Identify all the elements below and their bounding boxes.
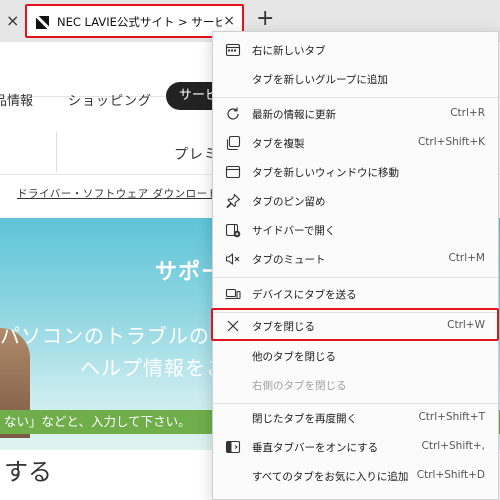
menu-item-add-all-to-favorites[interactable]: すべてのタブをお気に入りに追加 Ctrl+Shift+D: [213, 462, 498, 491]
menu-item-label: タブを新しいグループに追加: [252, 74, 388, 86]
menu-item-move-to-window[interactable]: タブを新しいウィンドウに移動: [213, 158, 498, 187]
window-icon: [225, 164, 241, 180]
menu-item-label: サイドバーで開く: [252, 225, 336, 237]
menu-item-label: 右に新しいタブ: [252, 45, 326, 57]
sub-nav-divider: [56, 132, 57, 172]
menu-item-mute-tab[interactable]: タブのミュート Ctrl+M: [213, 245, 498, 274]
menu-item-open-in-sidebar[interactable]: サイドバーで開く: [213, 216, 498, 245]
tab-right-icon: [225, 42, 241, 58]
sidebar-icon: [225, 222, 241, 238]
menu-item-shortcut: Ctrl+M: [448, 252, 485, 264]
hero-line-2: ヘルプ情報をご: [80, 356, 227, 380]
menu-item-label: 垂直タブバーをオンにする: [252, 442, 379, 454]
devices-icon: [225, 286, 241, 302]
menu-item-close-tabs-right: 右側のタブを閉じる: [213, 371, 498, 400]
menu-item-label: デバイスにタブを送る: [252, 289, 357, 301]
menu-item-shortcut: Ctrl+Shift+T: [418, 411, 485, 423]
menu-item-shortcut: Ctrl+R: [450, 107, 485, 119]
menu-item-label: 他のタブを閉じる: [252, 351, 336, 363]
tab-context-menu: 右に新しいタブ タブを新しいグループに追加 最新の情報に更新 Ctrl+R タブ…: [212, 31, 499, 500]
mute-icon: [225, 251, 241, 267]
menu-item-new-tab-right[interactable]: 右に新しいタブ: [213, 36, 498, 65]
menu-item-send-to-device[interactable]: デバイスにタブを送る: [213, 280, 498, 309]
nav-product-info[interactable]: 品情報: [0, 90, 33, 109]
section-heading: する: [4, 458, 52, 486]
menu-item-label: 右側のタブを閉じる: [252, 380, 347, 392]
nav-shopping[interactable]: ショッピング: [68, 90, 152, 109]
menu-item-refresh[interactable]: 最新の情報に更新 Ctrl+R: [213, 100, 498, 129]
refresh-icon: [225, 106, 241, 122]
menu-item-label: 最新の情報に更新: [252, 109, 336, 121]
menu-item-label: タブのミュート: [252, 254, 326, 266]
vertical-tabs-icon: [225, 439, 241, 455]
close-tab-highlight: [211, 308, 499, 341]
menu-item-pin-tab[interactable]: タブのピン留め: [213, 187, 498, 216]
menu-item-label: 閉じたタブを再度開く: [252, 413, 357, 425]
menu-separator: [213, 97, 498, 98]
pin-icon: [225, 193, 241, 209]
tab-title: NEC LAVIE公式サイト > サービス＆サポート: [57, 15, 222, 29]
driver-download-link[interactable]: ドライバー・ソフトウェア ダウンロード: [17, 186, 219, 201]
menu-item-shortcut: Ctrl+Shift+K: [417, 136, 485, 148]
menu-item-label: タブを新しいウィンドウに移動: [252, 167, 399, 179]
menu-item-label: タブを複製: [252, 138, 305, 150]
menu-item-label: すべてのタブをお気に入りに追加: [252, 471, 409, 483]
tab-close-button[interactable]: ×: [223, 13, 235, 29]
menu-item-shortcut: Ctrl+Shift+,: [421, 440, 485, 452]
duplicate-icon: [225, 135, 241, 151]
menu-item-label: タブのピン留め: [252, 196, 326, 208]
menu-item-add-to-group[interactable]: タブを新しいグループに追加: [213, 65, 498, 94]
new-tab-button[interactable]: +: [256, 6, 274, 31]
hero-line-1: パソコンのトラブルの: [0, 324, 210, 348]
previous-tab-close-button[interactable]: ×: [6, 11, 19, 30]
site-favicon-icon: [36, 16, 49, 29]
menu-item-vertical-tabs[interactable]: 垂直タブバーをオンにする Ctrl+Shift+,: [213, 433, 498, 462]
menu-separator: [213, 277, 498, 278]
menu-item-shortcut: Ctrl+Shift+D: [416, 469, 485, 481]
menu-item-duplicate[interactable]: タブを複製 Ctrl+Shift+K: [213, 129, 498, 158]
menu-item-close-other-tabs[interactable]: 他のタブを閉じる: [213, 342, 498, 371]
menu-item-reopen-closed-tab[interactable]: 閉じたタブを再度開く Ctrl+Shift+T: [213, 404, 498, 433]
